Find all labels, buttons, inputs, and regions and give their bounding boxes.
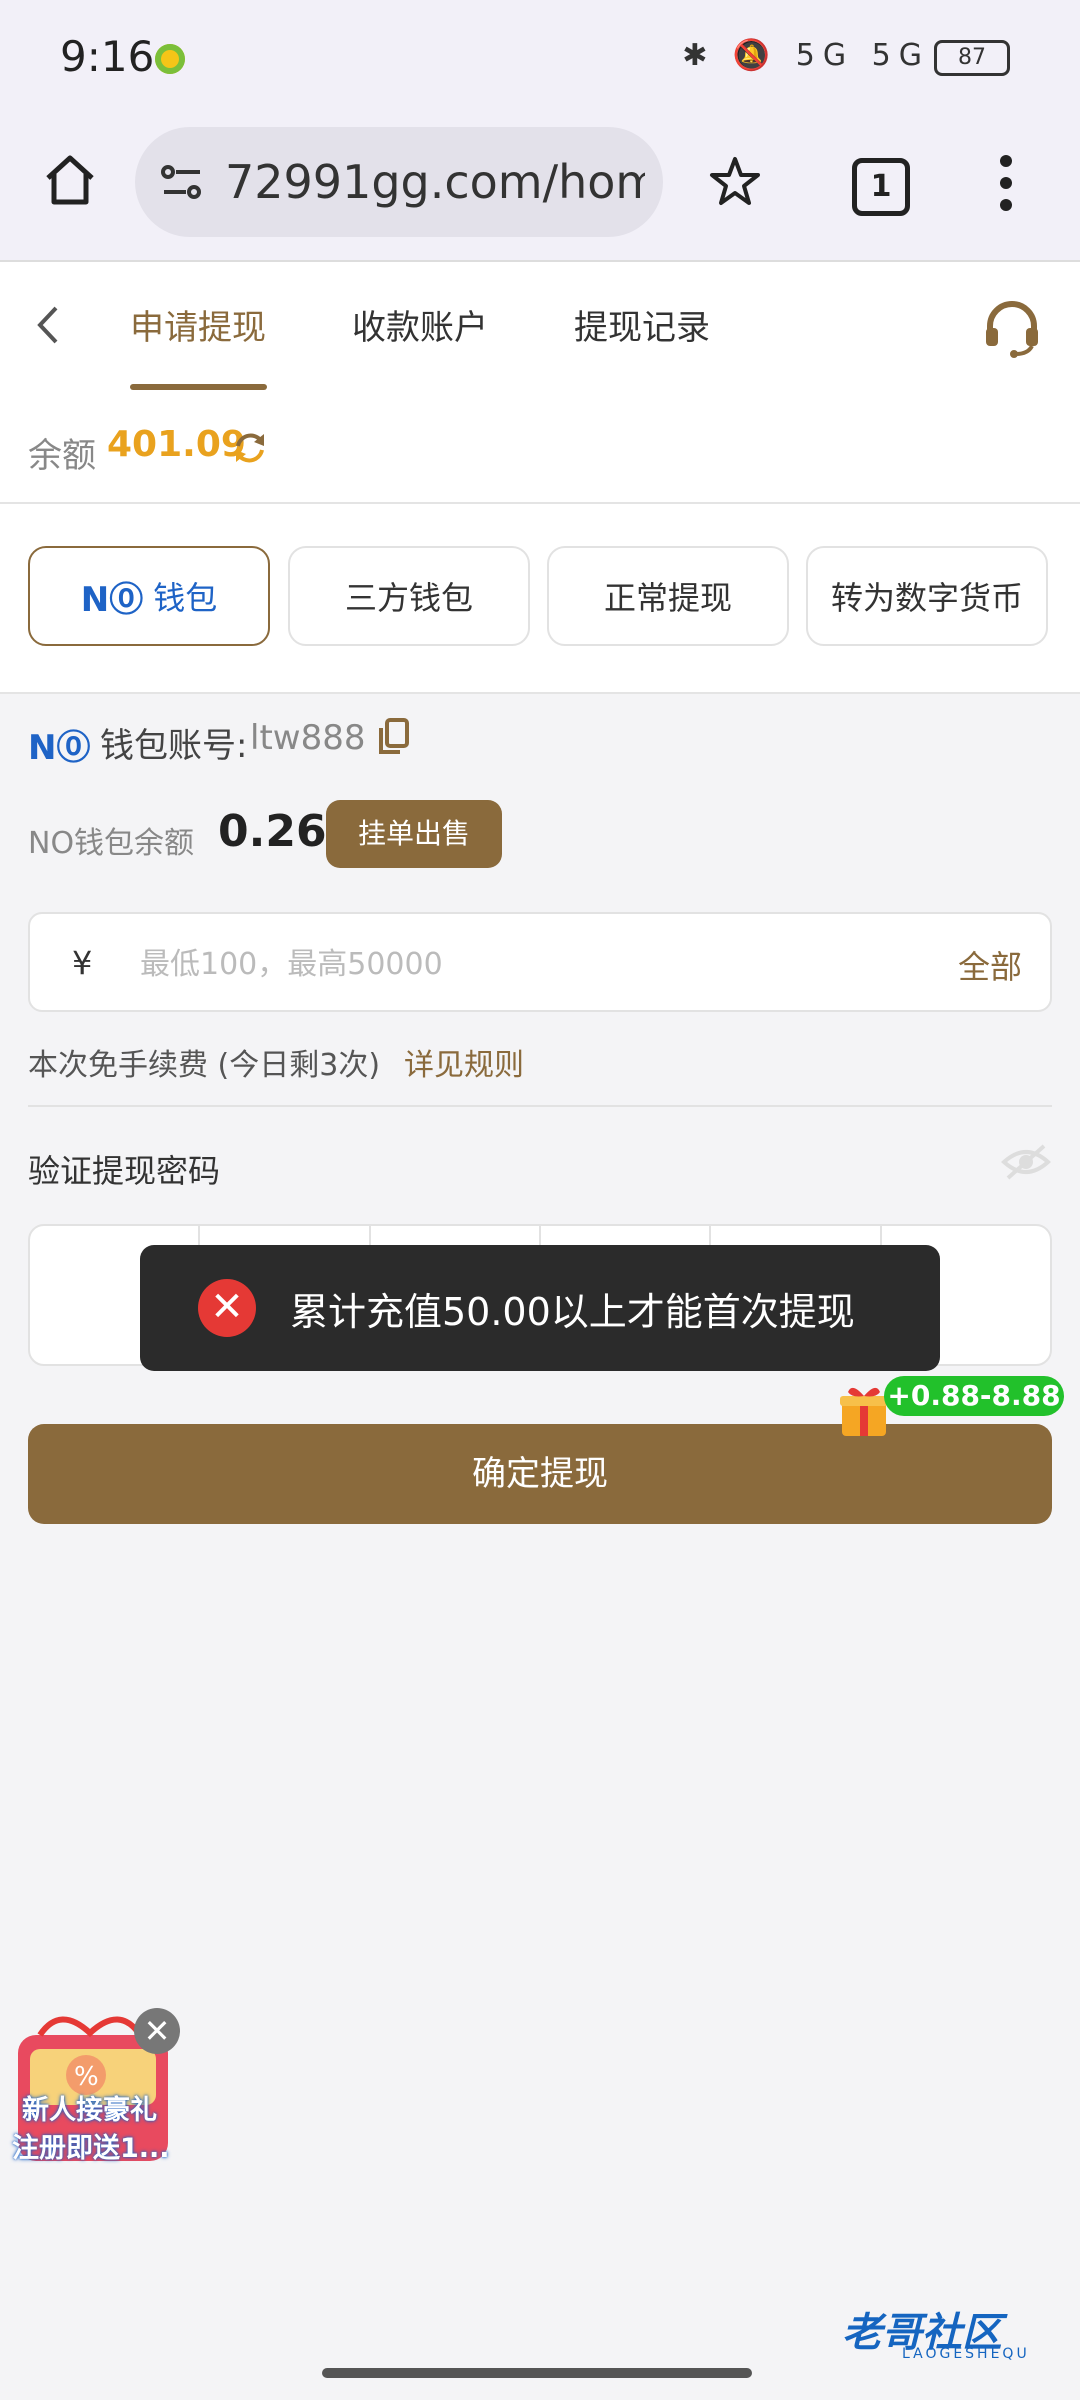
- nb-wallet-balance-label: NO钱包余额: [28, 826, 195, 861]
- rules-link[interactable]: 详见规则: [404, 1040, 524, 1084]
- nb-wallet-balance-value: 0.26: [218, 806, 327, 857]
- nb-wallet-logo-icon: N⓪: [28, 728, 91, 768]
- status-time: 9:16: [60, 32, 155, 81]
- method-normal-withdraw[interactable]: 正常提现: [547, 546, 789, 646]
- eye-hidden-icon[interactable]: [1000, 1142, 1052, 1182]
- fee-note: 本次免手续费 (今日剩3次): [28, 1048, 381, 1083]
- verify-password-label: 验证提现密码: [28, 1152, 221, 1190]
- currency-symbol: ¥: [72, 944, 93, 982]
- app-notification-icon: [155, 44, 185, 74]
- tab-receiving-accounts[interactable]: 收款账户: [352, 300, 488, 349]
- confirm-withdraw-button[interactable]: 确定提现: [28, 1424, 1052, 1524]
- wallet-account-label: 钱包账号:: [100, 726, 248, 766]
- bonus-badge[interactable]: +0.88-8.88: [884, 1376, 1064, 1416]
- wallet-account-value: ltw888: [250, 718, 366, 758]
- copy-icon[interactable]: [378, 718, 410, 756]
- list-for-sale-button[interactable]: 挂单出售: [326, 800, 502, 868]
- balance-label: 余额: [28, 436, 96, 476]
- balance-value: 401.09: [107, 424, 246, 465]
- method-label: 钱包: [153, 579, 218, 617]
- method-convert-crypto[interactable]: 转为数字货币: [806, 546, 1048, 646]
- nb-logo-icon: N⓪: [80, 579, 144, 620]
- home-icon[interactable]: [40, 150, 100, 210]
- site-settings-icon[interactable]: [160, 162, 204, 202]
- close-icon[interactable]: ✕: [134, 2008, 180, 2054]
- status-icons: ✱ 🔕 5G 5G: [682, 38, 930, 73]
- bookmark-star-icon[interactable]: [708, 155, 762, 209]
- method-third-party-wallet[interactable]: 三方钱包: [288, 546, 530, 646]
- tab-withdraw-records[interactable]: 提现记录: [574, 300, 710, 349]
- more-menu-icon[interactable]: [1000, 155, 1012, 211]
- promo-subtitle[interactable]: 注册即送1...: [12, 2126, 170, 2165]
- toast-message: 累计充值50.00以上才能首次提现: [290, 1289, 855, 1334]
- tab-switcher-button[interactable]: 1: [852, 158, 910, 216]
- withdraw-all-button[interactable]: 全部: [958, 942, 1022, 988]
- refresh-icon[interactable]: [230, 428, 270, 468]
- divider: [28, 1105, 1052, 1107]
- error-icon: ✕: [198, 1279, 256, 1337]
- watermark-subtext: LAOGESHEQU: [902, 2346, 1030, 2362]
- method-nb-wallet[interactable]: N⓪ 钱包: [28, 546, 270, 646]
- promo-title[interactable]: 新人接豪礼: [22, 2088, 157, 2127]
- battery-icon: 87: [934, 40, 1010, 76]
- gift-icon[interactable]: [838, 1382, 890, 1438]
- tab-apply-withdraw[interactable]: 申请提现: [130, 300, 266, 349]
- amount-input[interactable]: [138, 940, 902, 988]
- error-toast: ✕ 累计充值50.00以上才能首次提现: [140, 1245, 940, 1371]
- back-icon[interactable]: [28, 300, 68, 350]
- customer-service-icon[interactable]: [980, 296, 1044, 360]
- gesture-home-bar[interactable]: [322, 2368, 752, 2378]
- active-tab-indicator: [130, 384, 267, 390]
- url-text[interactable]: 72991gg.com/home/w: [225, 155, 645, 209]
